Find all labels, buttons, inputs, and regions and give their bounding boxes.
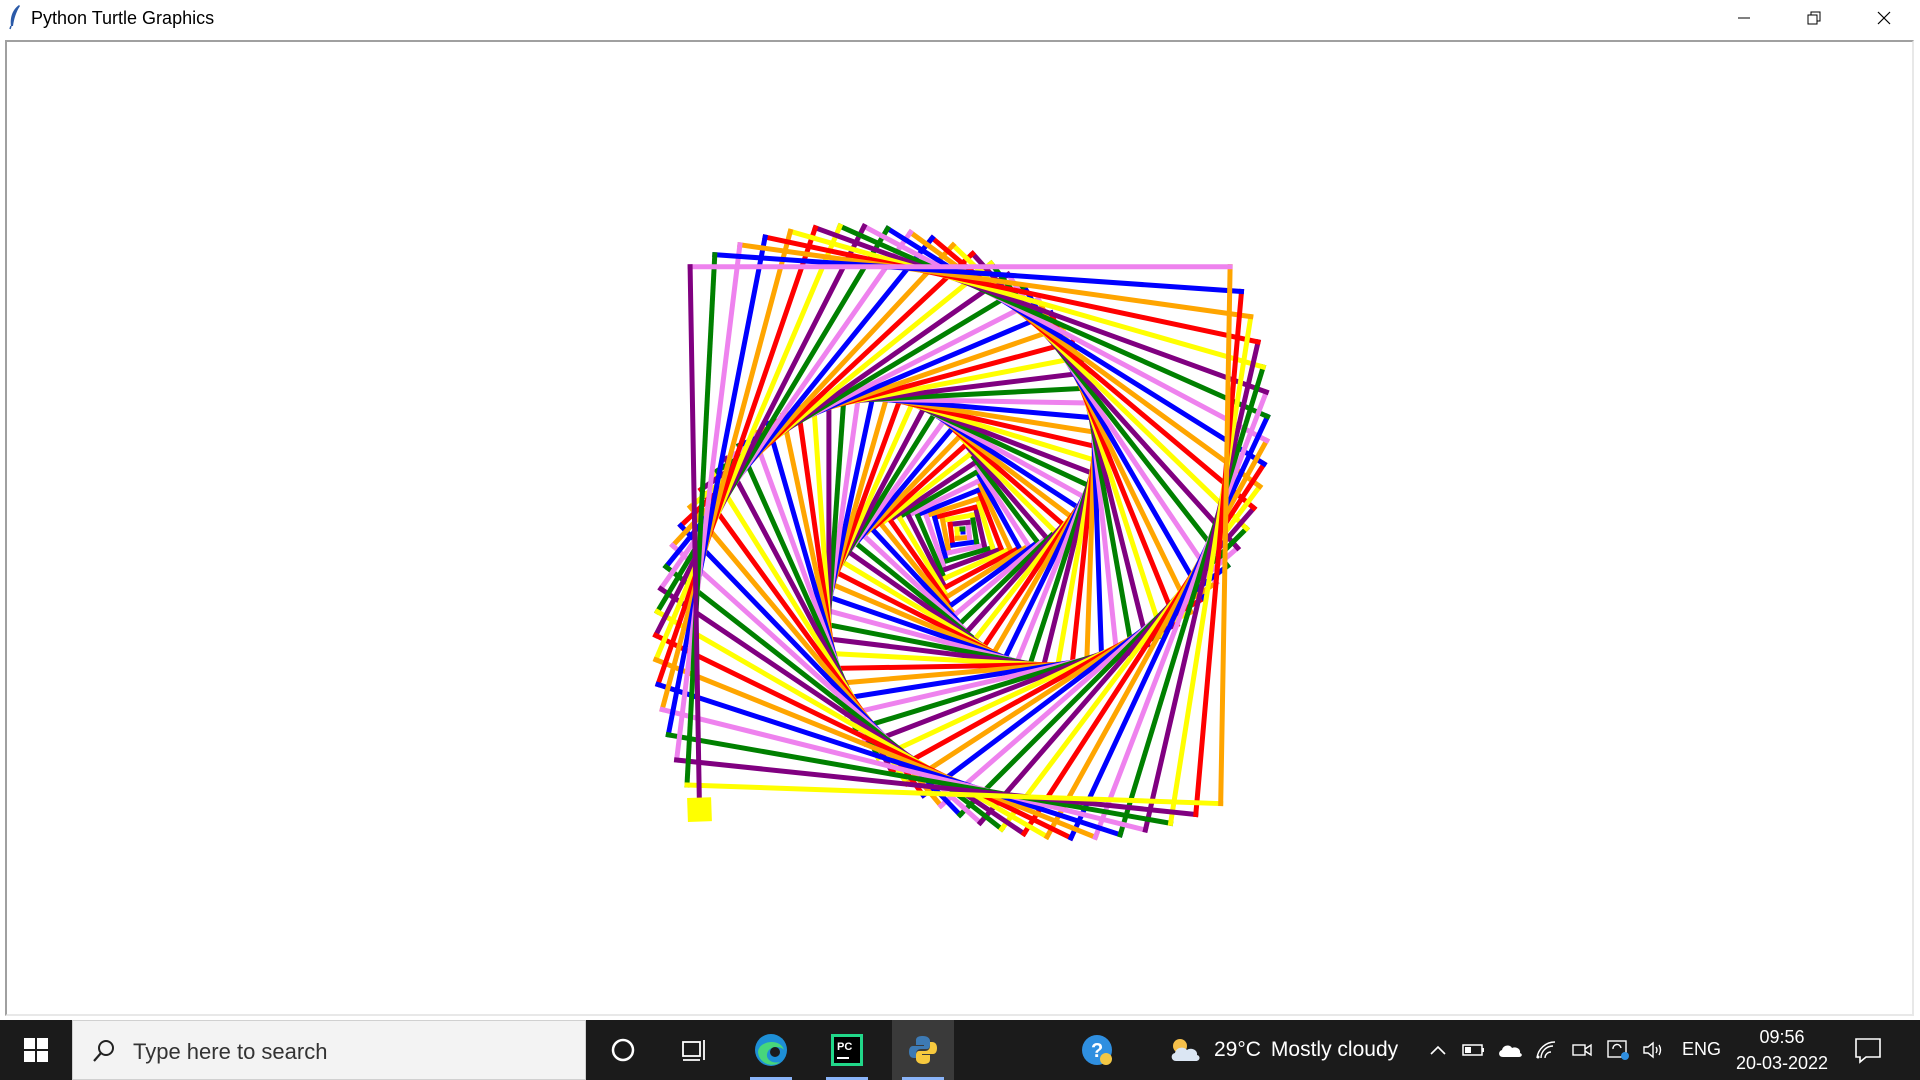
python-icon	[909, 1036, 937, 1064]
task-view-button[interactable]	[664, 1020, 726, 1080]
show-hidden-icons-button[interactable]	[1424, 1036, 1452, 1064]
search-icon	[93, 1040, 114, 1062]
taskbar: Type here to search PC ? 29°C Mostly clo…	[0, 1020, 1920, 1080]
weather-temperature: 29°C	[1214, 1038, 1261, 1061]
battery-icon	[1462, 1044, 1484, 1056]
pycharm-icon: PC	[831, 1034, 863, 1066]
minimize-icon	[1738, 17, 1750, 19]
window-title: Python Turtle Graphics	[31, 8, 215, 28]
onedrive-button[interactable]	[1496, 1036, 1524, 1064]
svg-text:PC: PC	[837, 1041, 852, 1053]
taskbar-clock[interactable]: 09:56 20-03-2022	[1730, 1024, 1834, 1076]
close-icon	[1877, 11, 1891, 25]
python-turtle-window: Python Turtle Graphics Type here to sear…	[0, 0, 1920, 1080]
restore-icon	[1807, 11, 1821, 25]
turtle-canvas[interactable]	[5, 40, 1914, 1016]
chevron-up-icon	[1430, 1045, 1446, 1055]
start-button[interactable]	[0, 1020, 72, 1080]
feather-icon	[9, 5, 20, 30]
weather-condition: Mostly cloudy	[1270, 1038, 1399, 1061]
spiral-segment	[947, 521, 956, 548]
close-button[interactable]	[1850, 0, 1918, 36]
restore-button[interactable]	[1780, 0, 1848, 36]
spiral-drawing	[652, 222, 1271, 842]
windows-logo-icon	[24, 1038, 48, 1062]
minimize-button[interactable]	[1710, 0, 1778, 36]
meet-now-button[interactable]	[1568, 1036, 1596, 1064]
sync-button[interactable]	[1604, 1036, 1632, 1064]
clock-time: 09:56	[1759, 1027, 1805, 1047]
title-bar[interactable]: Python Turtle Graphics	[0, 0, 1920, 36]
python-taskbar-button[interactable]	[892, 1020, 954, 1080]
spiral-segment	[949, 538, 980, 548]
turtle-cursor	[687, 797, 712, 823]
wifi-icon	[1536, 1041, 1556, 1059]
cortana-icon	[611, 1038, 635, 1062]
notification-center-icon[interactable]	[1852, 1034, 1884, 1066]
input-language-indicator[interactable]: ENG	[1682, 1039, 1721, 1060]
taskbar-search-box[interactable]: Type here to search	[72, 1020, 586, 1080]
clock-date: 20-03-2022	[1735, 1053, 1829, 1073]
volume-button[interactable]	[1640, 1036, 1668, 1064]
help-taskbar-button[interactable]: ?	[1066, 1020, 1128, 1080]
search-placeholder: Type here to search	[133, 1039, 328, 1064]
edge-taskbar-button[interactable]	[740, 1020, 802, 1080]
task-view-icon	[682, 1040, 705, 1061]
camera-icon	[1572, 1043, 1592, 1057]
speaker-icon	[1643, 1041, 1662, 1059]
onedrive-cloud-icon	[1499, 1045, 1522, 1057]
wifi-button[interactable]	[1532, 1036, 1560, 1064]
sync-icon	[1607, 1040, 1629, 1060]
spiral-segment	[665, 234, 769, 738]
battery-button[interactable]	[1460, 1036, 1488, 1064]
spiral-segment	[659, 228, 794, 713]
pycharm-taskbar-button[interactable]: PC	[816, 1020, 878, 1080]
edge-icon	[755, 1034, 787, 1066]
cortana-button[interactable]	[592, 1020, 654, 1080]
cloudy-weather-icon	[1171, 1039, 1200, 1061]
weather-widget[interactable]: 29°C Mostly cloudy	[1168, 1020, 1398, 1080]
spiral-segment	[947, 519, 971, 528]
help-icon: ?	[1082, 1035, 1112, 1065]
